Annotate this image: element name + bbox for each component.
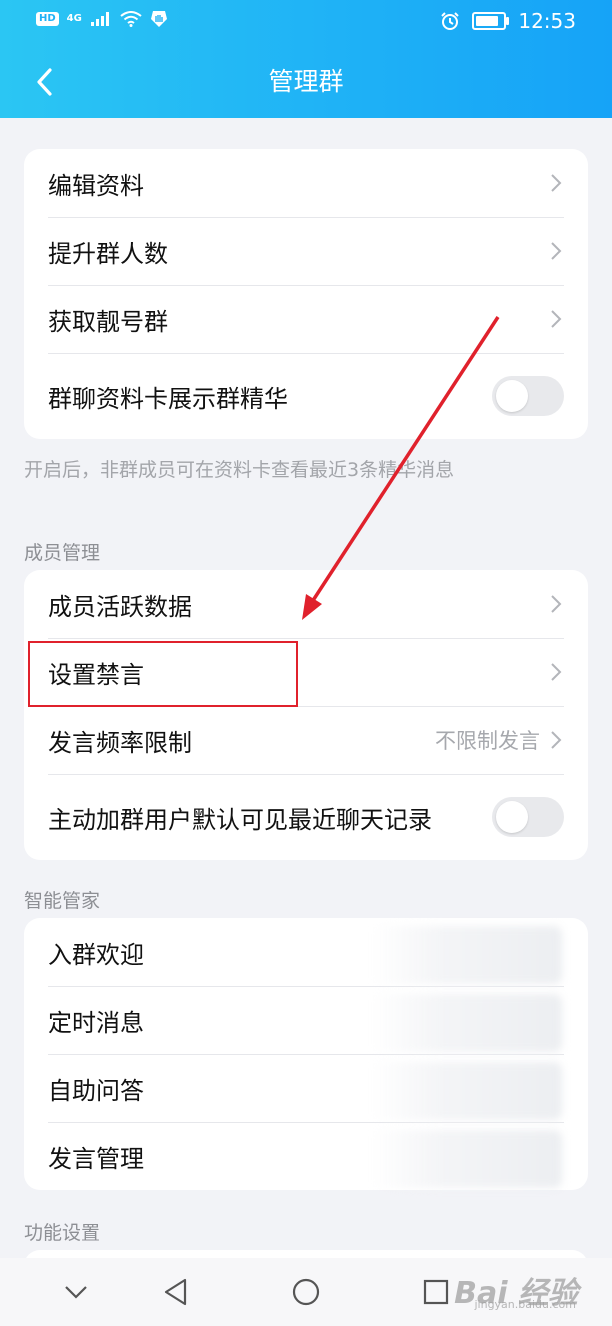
annotation-arrow — [302, 316, 500, 620]
chevron-down-icon — [65, 1286, 87, 1299]
nav-home-button[interactable] — [286, 1272, 326, 1312]
hide-nav-button[interactable] — [56, 1272, 96, 1312]
nav-back-button[interactable] — [156, 1272, 196, 1312]
nav-recents-button[interactable] — [416, 1272, 456, 1312]
recents-square-icon — [423, 1279, 449, 1305]
home-circle-icon — [292, 1278, 320, 1306]
watermark-url: jingyan.baidu.com — [474, 1298, 576, 1311]
back-triangle-icon — [164, 1278, 187, 1306]
